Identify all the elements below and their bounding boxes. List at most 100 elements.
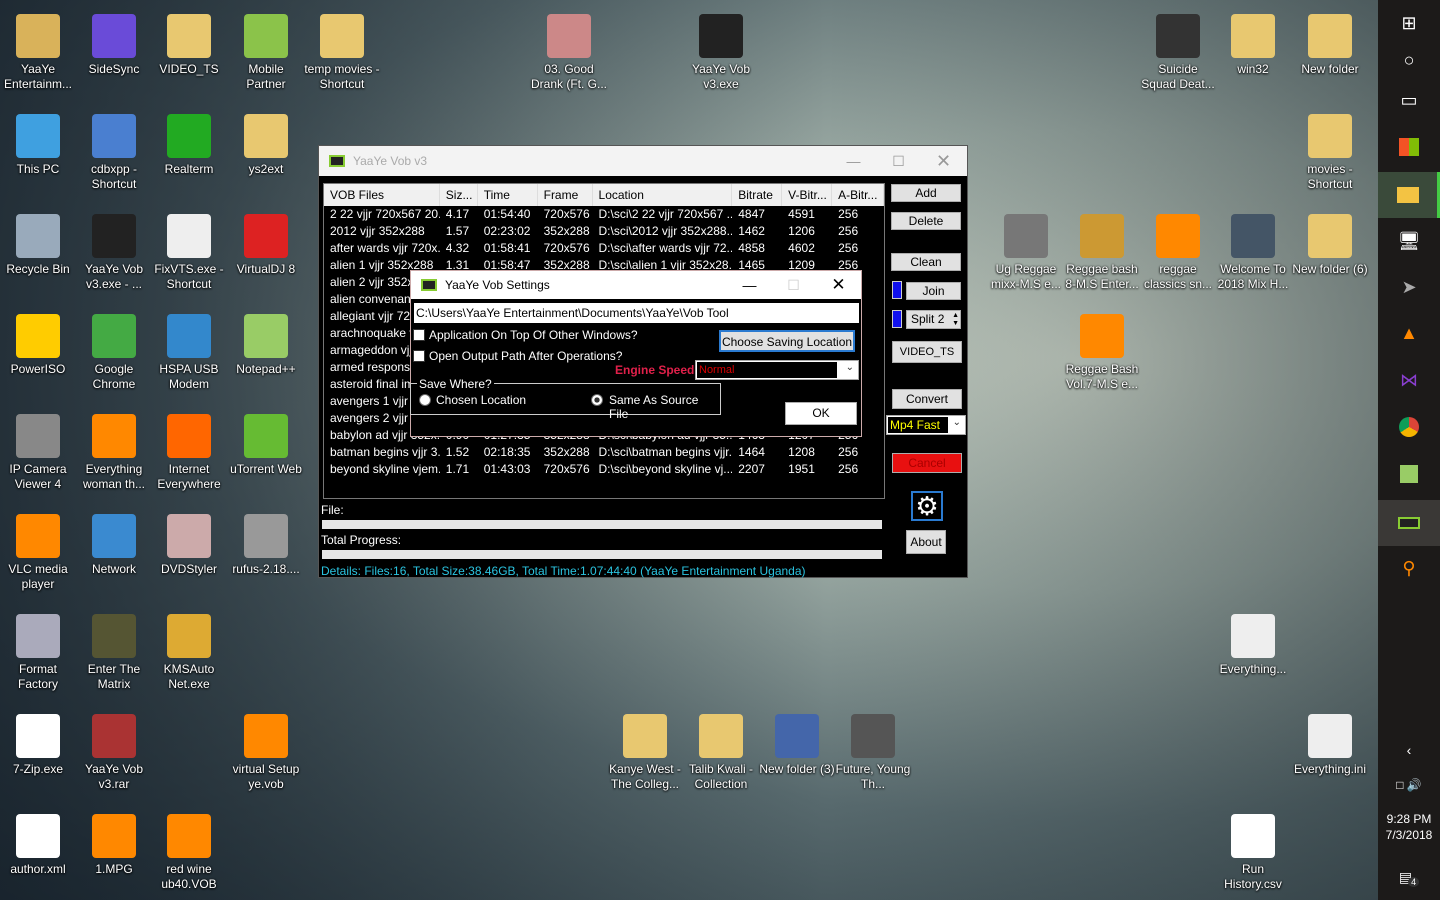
desktop-icon[interactable]: author.xml bbox=[0, 808, 76, 877]
taskbar-visual-studio[interactable]: ⋈ bbox=[1378, 357, 1440, 403]
column-header[interactable]: Siz... bbox=[440, 184, 478, 206]
open-output-checkbox[interactable] bbox=[413, 350, 425, 362]
desktop-icon[interactable]: New folder (3) bbox=[759, 708, 835, 777]
desktop-icon[interactable]: YaaYe Vob v3.rar bbox=[76, 708, 152, 792]
output-path-input[interactable]: C:\Users\YaaYe Entertainment\Documents\Y… bbox=[414, 303, 859, 323]
desktop-icon[interactable]: Everything... bbox=[1215, 608, 1291, 677]
desktop-icon[interactable]: cdbxpp - Shortcut bbox=[76, 108, 152, 192]
desktop-icon[interactable]: win32 bbox=[1215, 8, 1291, 77]
desktop-icon[interactable]: temp movies - Shortcut bbox=[304, 8, 380, 92]
desktop-icon[interactable]: rufus-2.18.... bbox=[228, 508, 304, 577]
desktop-icon[interactable]: VIDEO_TS bbox=[151, 8, 227, 77]
desktop-icon[interactable]: red wine ub40.VOB bbox=[151, 808, 227, 892]
desktop-icon[interactable]: Internet Everywhere bbox=[151, 408, 227, 492]
on-top-checkbox[interactable] bbox=[413, 329, 425, 341]
desktop-icon[interactable]: Everything woman th... bbox=[76, 408, 152, 492]
desktop-icon[interactable]: KMSAuto Net.exe bbox=[151, 608, 227, 692]
taskbar-notepad[interactable] bbox=[1378, 451, 1440, 497]
engine-speed-select[interactable]: Normal ⌄ bbox=[695, 360, 859, 380]
desktop-icon[interactable]: Mobile Partner bbox=[228, 8, 304, 92]
table-row[interactable]: batman begins vjjr 3... 1.52 02:18:35 352x2… bbox=[324, 444, 884, 461]
desktop-icon[interactable]: FixVTS.exe - Shortcut bbox=[151, 208, 227, 292]
dialog-maximize-button[interactable]: ☐ bbox=[771, 271, 816, 299]
desktop-icon[interactable]: Welcome To 2018 Mix H... bbox=[1215, 208, 1291, 292]
desktop-icon[interactable]: Notepad++ bbox=[228, 308, 304, 377]
store-button[interactable] bbox=[1378, 124, 1440, 170]
column-header[interactable]: Time bbox=[478, 184, 538, 206]
desktop-icon[interactable]: Everything.ini bbox=[1292, 708, 1368, 777]
taskbar-chrome[interactable] bbox=[1378, 404, 1440, 450]
desktop-icon[interactable]: YaaYe Vob v3.exe bbox=[683, 8, 759, 92]
desktop-icon[interactable]: 03. Good Drank (Ft. G... bbox=[531, 8, 607, 92]
desktop-icon[interactable]: Run History.csv bbox=[1215, 808, 1291, 892]
close-button[interactable]: ✕ bbox=[921, 146, 966, 176]
maximize-button[interactable]: ☐ bbox=[876, 146, 921, 176]
file-explorer-button[interactable] bbox=[1378, 172, 1440, 218]
same-as-source-radio[interactable] bbox=[591, 394, 603, 406]
about-button[interactable]: About bbox=[906, 530, 946, 554]
desktop-icon[interactable]: Recycle Bin bbox=[0, 208, 76, 277]
desktop-icon[interactable]: YaaYe Entertainm... bbox=[0, 8, 76, 92]
desktop-icon[interactable]: Format Factory bbox=[0, 608, 76, 692]
desktop-icon[interactable]: VLC media player bbox=[0, 508, 76, 592]
tray-icons[interactable]: □ 🔊 bbox=[1378, 772, 1440, 798]
desktop-icon[interactable]: This PC bbox=[0, 108, 76, 177]
desktop-icon[interactable]: PowerISO bbox=[0, 308, 76, 377]
taskbar-yaaye-vob[interactable] bbox=[1378, 500, 1440, 546]
desktop-icon[interactable]: movies - Shortcut bbox=[1292, 108, 1368, 192]
desktop-icon[interactable]: HSPA USB Modem bbox=[151, 308, 227, 392]
clean-button[interactable]: Clean bbox=[891, 253, 961, 271]
desktop-icon[interactable]: SideSync bbox=[76, 8, 152, 77]
desktop-icon[interactable]: uTorrent Web bbox=[228, 408, 304, 477]
dialog-close-button[interactable]: ✕ bbox=[816, 271, 861, 299]
desktop-icon[interactable]: VirtualDJ 8 bbox=[228, 208, 304, 277]
video-ts-button[interactable]: VIDEO_TS bbox=[892, 341, 962, 363]
table-row[interactable]: 2012 vjjr 352x288 1.57 02:23:02 352x288 D:\s… bbox=[324, 223, 884, 240]
desktop-icon[interactable]: 7-Zip.exe bbox=[0, 708, 76, 777]
taskbar-everything[interactable]: ⚲ bbox=[1378, 545, 1440, 591]
column-header[interactable]: V-Bitr... bbox=[782, 184, 833, 206]
desktop-icon[interactable]: Suicide Squad Deat... bbox=[1140, 8, 1216, 92]
chosen-location-radio[interactable] bbox=[419, 394, 431, 406]
taskbar-app-monitor[interactable]: 🖥 bbox=[1378, 218, 1440, 264]
desktop-icon[interactable]: Google Chrome bbox=[76, 308, 152, 392]
column-header[interactable]: VOB Files bbox=[324, 184, 440, 206]
cancel-button[interactable]: Cancel bbox=[892, 453, 962, 473]
desktop-icon[interactable]: Realterm bbox=[151, 108, 227, 177]
settings-gear-button[interactable]: ⚙ bbox=[911, 491, 943, 521]
column-header[interactable]: Bitrate bbox=[732, 184, 783, 206]
minimize-button[interactable]: — bbox=[831, 146, 876, 176]
taskbar-app-tool[interactable]: ➤ bbox=[1378, 264, 1440, 310]
ok-button[interactable]: OK bbox=[785, 402, 857, 425]
desktop-icon[interactable]: YaaYe Vob v3.exe - ... bbox=[76, 208, 152, 292]
clock[interactable]: 9:28 PM 7/3/2018 bbox=[1378, 811, 1440, 843]
table-row[interactable]: beyond skyline vjem... 1.71 01:43:03 720x57… bbox=[324, 461, 884, 478]
desktop-icon[interactable]: Kanye West - The Colleg... bbox=[607, 708, 683, 792]
desktop-icon[interactable]: Reggae bash 8-M.S Enter... bbox=[1064, 208, 1140, 292]
desktop-icon[interactable]: Future, Young Th... bbox=[835, 708, 911, 792]
table-row[interactable]: after wards vjjr 720x... 4.32 01:58:41 720x… bbox=[324, 240, 884, 257]
action-center-button[interactable]: ▤ 4 bbox=[1378, 854, 1440, 900]
desktop-icon[interactable]: Talib Kwali - Collection bbox=[683, 708, 759, 792]
split-stepper[interactable]: Split 2 ▲ ▼ bbox=[906, 310, 961, 329]
desktop-icon[interactable]: virtual Setup ye.vob bbox=[228, 708, 304, 792]
desktop-icon[interactable]: 1.MPG bbox=[76, 808, 152, 877]
add-button[interactable]: Add bbox=[891, 184, 961, 202]
desktop-icon[interactable]: Network bbox=[76, 508, 152, 577]
desktop-icon[interactable]: IP Camera Viewer 4 bbox=[0, 408, 76, 492]
format-select[interactable]: Mp4 Fast ⌄ bbox=[886, 415, 966, 435]
choose-saving-location-button[interactable]: Choose Saving Location bbox=[719, 330, 855, 352]
desktop-icon[interactable]: Reggae Bash Vol.7-M.S e... bbox=[1064, 308, 1140, 392]
dialog-minimize-button[interactable]: — bbox=[727, 271, 772, 299]
desktop-icon[interactable]: Ug Reggae mixx-M.S e... bbox=[988, 208, 1064, 292]
column-header[interactable]: Location bbox=[593, 184, 733, 206]
taskbar-vlc[interactable]: ▲ bbox=[1378, 310, 1440, 356]
column-header[interactable]: A-Bitr... bbox=[832, 184, 884, 206]
join-button[interactable]: Join bbox=[906, 282, 961, 300]
table-row[interactable]: 2 22 vjjr 720x567 20... 4.17 01:54:40 720x5… bbox=[324, 206, 884, 223]
desktop-icon[interactable]: New folder (6) bbox=[1292, 208, 1368, 277]
desktop-icon[interactable]: reggae classics sn... bbox=[1140, 208, 1216, 292]
stepper-arrows-icon[interactable]: ▲ ▼ bbox=[952, 312, 959, 328]
task-view-button[interactable]: ▭ bbox=[1378, 77, 1440, 123]
desktop-icon[interactable]: DVDStyler bbox=[151, 508, 227, 577]
